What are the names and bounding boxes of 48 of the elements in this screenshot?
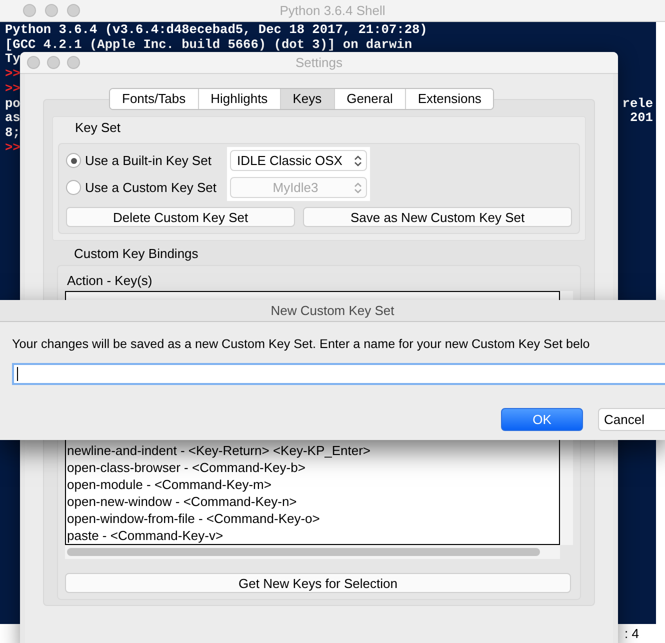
list-item[interactable]: open-class-browser - <Command-Key-b>: [67, 459, 559, 476]
prompt-text: >>: [5, 140, 20, 156]
window-control-icon[interactable]: [45, 4, 58, 17]
cancel-button[interactable]: Cancel: [598, 408, 665, 431]
dialog-title: New Custom Key Set: [270, 302, 394, 320]
radio-button[interactable]: [66, 153, 81, 168]
section-label: Key Set: [75, 120, 122, 135]
section-label: Custom Key Bindings: [74, 246, 200, 261]
console-text: 201: [630, 111, 653, 126]
horizontal-scrollbar[interactable]: [65, 545, 560, 559]
key-set-dropdown[interactable]: IDLE Classic OSX: [230, 150, 367, 171]
console-text: po: [5, 96, 20, 112]
prompt-text: >>: [5, 67, 20, 82]
list-header: Action - Key(s): [67, 273, 154, 289]
list-item[interactable]: open-window-from-file - <Command-Key-o>: [67, 510, 559, 527]
console-text: Python 3.6.4 (v3.6.4:d48ecebad5, Dec 18 2017, 21:07:28): [5, 22, 428, 38]
window-control-icon[interactable]: [27, 56, 40, 69]
window-control-icon[interactable]: [67, 56, 80, 69]
window-control-icon[interactable]: [23, 4, 36, 17]
get-new-keys-button[interactable]: Get New Keys for Selection: [65, 573, 571, 593]
console-text: 8;: [5, 126, 20, 141]
ok-button[interactable]: OK: [501, 408, 583, 431]
console-text: [GCC 4.2.1 (Apple Inc. build 5666) (dot 3)] on darwin: [5, 38, 412, 52]
list-item[interactable]: newline-and-indent - <Key-Return> <Key-KP_Enter>: [67, 442, 559, 459]
status-text: : 4: [624, 624, 639, 642]
chevron-updown-icon: [354, 182, 362, 194]
radio-label: Use a Built-in Key Set: [85, 152, 212, 170]
list-item[interactable]: open-new-window - <Command-Key-n>: [67, 493, 559, 510]
chevron-updown-icon: [354, 154, 362, 166]
console-text: rele: [622, 96, 653, 112]
name-input-field[interactable]: [12, 362, 665, 385]
list-item[interactable]: open-module - <Command-Key-m>: [67, 476, 559, 493]
console-text: Ty: [5, 52, 20, 68]
dialog-message: Your changes will be saved as a new Custom Key Set. Enter a name for your new Custom Key Set belo: [12, 336, 591, 353]
window-control-icon[interactable]: [47, 56, 60, 69]
scrollbar-thumb[interactable]: [67, 548, 540, 556]
window-control-icon[interactable]: [67, 4, 80, 17]
text-cursor: [17, 366, 18, 381]
tab[interactable]: Keys: [280, 89, 334, 109]
tab[interactable]: Extensions: [404, 89, 494, 109]
key-set-button[interactable]: Save as New Custom Key Set: [303, 207, 572, 227]
console-text: as: [5, 111, 20, 126]
window-title: Python 3.6.4 Shell: [280, 2, 386, 20]
prompt-text: >>: [5, 82, 20, 97]
radio-label: Use a Custom Key Set: [85, 178, 218, 197]
key-set-button[interactable]: Delete Custom Key Set: [66, 207, 296, 227]
window-title: Settings: [296, 54, 342, 72]
list-item[interactable]: paste - <Command-Key-v>: [67, 527, 559, 544]
